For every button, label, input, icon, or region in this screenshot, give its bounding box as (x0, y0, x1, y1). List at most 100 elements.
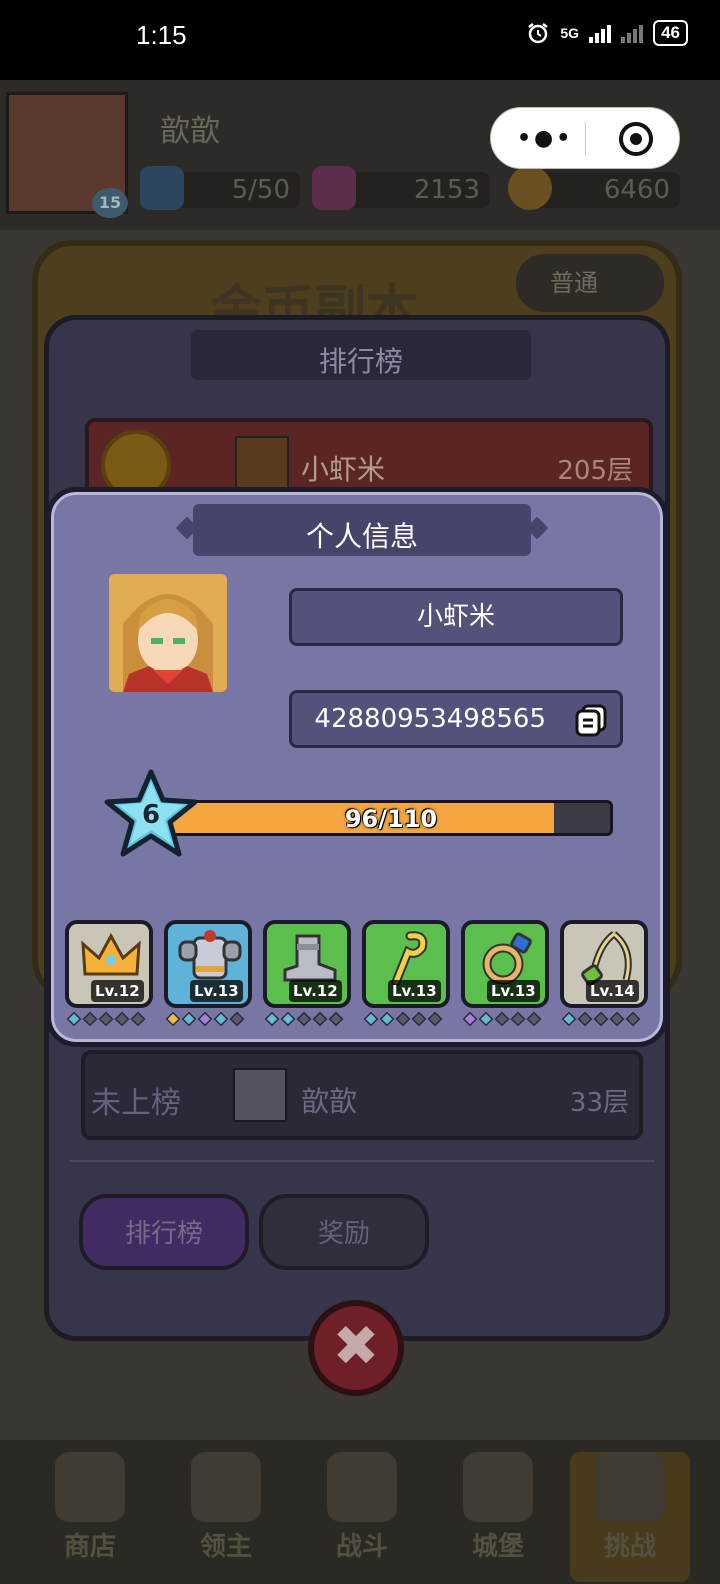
ranking-name: 小虾米 (301, 453, 386, 486)
equipment-level: Lv.12 (289, 980, 342, 1002)
player-portrait (109, 574, 227, 692)
capsule-divider (585, 122, 586, 156)
player-id: 42880953498565 (314, 704, 546, 734)
gem-socket-icon (494, 1011, 510, 1027)
nav-label: 战斗 (335, 1532, 388, 1562)
gem-socket-icon (181, 1011, 197, 1027)
gem-socket-icon (82, 1011, 98, 1027)
gem-socket-icon (130, 1011, 146, 1027)
demon-icon (595, 1452, 665, 1522)
more-icon[interactable]: •●• (517, 126, 573, 151)
gem-socket-icon (395, 1011, 411, 1027)
nav-shop[interactable]: 商店 (40, 1452, 140, 1582)
gem-socket-icon (577, 1011, 593, 1027)
equipment-slot[interactable]: Lv.14 (560, 920, 648, 1008)
xp-progress-bar: 96/110 (169, 800, 613, 836)
equipment-level: Lv.12 (91, 980, 144, 1002)
status-bar: 1:15 5G 46 (0, 0, 720, 80)
gem-socket-icon (165, 1011, 181, 1027)
signal-icon (589, 23, 612, 43)
personal-info-modal: 个人信息 小虾米 42880953498565 96/110 6 Lv.12 L… (46, 487, 668, 1047)
nav-label: 商店 (63, 1532, 116, 1562)
equipment-slot[interactable]: Lv.13 (164, 920, 252, 1008)
gem-socket-icon (593, 1011, 609, 1027)
nav-label: 领主 (199, 1532, 252, 1562)
nav-castle[interactable]: 城堡 (448, 1452, 548, 1582)
top-bar: 15 歆歆 5/50 2153 6460 •●• (0, 80, 720, 230)
gem-counter: 2153 (340, 172, 490, 208)
gem-socket-icon (328, 1011, 344, 1027)
equipment-level: Lv.14 (586, 980, 639, 1002)
gem-icon[interactable] (312, 166, 356, 210)
gem-socket-icon (98, 1011, 114, 1027)
difficulty-select[interactable]: 普通 (516, 254, 664, 312)
player-name: 歆歆 (160, 114, 220, 149)
close-miniprogram-icon[interactable] (619, 122, 653, 156)
gem-socket-icon (379, 1011, 395, 1027)
level-star-icon: 6 (103, 768, 199, 860)
gem-socket-icon (114, 1011, 130, 1027)
crown-icon (191, 1452, 261, 1522)
swords-icon (327, 1452, 397, 1522)
battery-icon: 46 (653, 20, 688, 46)
miniprogram-capsule: •●• (490, 107, 680, 169)
gem-socket-icon (625, 1011, 641, 1027)
gem-socket-icon (296, 1011, 312, 1027)
close-icon: ✖ (332, 1314, 380, 1379)
nav-lord[interactable]: 领主 (176, 1452, 276, 1582)
equipment-level: Lv.13 (190, 980, 243, 1002)
gem-socket-icon (363, 1011, 379, 1027)
nav-challenge[interactable]: 挑战 (570, 1452, 690, 1582)
xp-text: 96/110 (344, 805, 438, 833)
ranking-title: 排行榜 (318, 345, 403, 378)
nav-label: 挑战 (603, 1532, 656, 1562)
status-time: 1:15 (136, 20, 187, 50)
energy-counter: 5/50 (170, 172, 300, 208)
energy-icon[interactable] (140, 166, 184, 210)
bottom-nav: 商店 领主 战斗 城堡 挑战 (0, 1440, 720, 1584)
gem-sockets (165, 1011, 245, 1028)
ranking-row-mine: 未上榜 歆歆 33层 (81, 1050, 643, 1140)
my-score: 33层 (569, 1088, 629, 1118)
tab-reward[interactable]: 奖励 (259, 1194, 429, 1270)
gem-sockets (561, 1011, 641, 1028)
gem-sockets (264, 1011, 344, 1028)
ranking-avatar (235, 436, 289, 490)
signal-2-icon (621, 23, 644, 43)
divider (69, 1160, 655, 1162)
ranking-score: 205层 (557, 456, 633, 486)
gem-sockets (363, 1011, 443, 1028)
nav-label: 城堡 (471, 1532, 524, 1562)
gem-socket-icon (229, 1011, 245, 1027)
gem-socket-icon (264, 1011, 280, 1027)
gem-socket-icon (66, 1011, 82, 1027)
gem-socket-icon (526, 1011, 542, 1027)
my-name: 歆歆 (301, 1085, 358, 1118)
info-title: 个人信息 (305, 520, 418, 553)
nav-battle[interactable]: 战斗 (312, 1452, 412, 1582)
gem-sockets (66, 1011, 146, 1028)
alarm-icon (528, 23, 549, 44)
close-button[interactable]: ✖ (308, 1300, 404, 1396)
gem-socket-icon (197, 1011, 213, 1027)
gem-socket-icon (478, 1011, 494, 1027)
shop-icon (55, 1452, 125, 1522)
gold-icon[interactable] (508, 166, 552, 210)
gem-socket-icon (510, 1011, 526, 1027)
status-icons: 5G 46 (526, 20, 688, 46)
gem-socket-icon (411, 1011, 427, 1027)
rank-status: 未上榜 (91, 1086, 181, 1121)
equipment-slot[interactable]: Lv.12 (263, 920, 351, 1008)
equipment-slot[interactable]: Lv.13 (461, 920, 549, 1008)
equipment-level: Lv.13 (388, 980, 441, 1002)
equipment-slot[interactable]: Lv.13 (362, 920, 450, 1008)
info-title-bar: 个人信息 (193, 504, 531, 556)
player-name-field: 小虾米 (289, 588, 623, 646)
castle-icon (463, 1452, 533, 1522)
player-level: 6 (141, 800, 161, 830)
copy-icon[interactable] (574, 703, 608, 737)
tab-ranking[interactable]: 排行榜 (79, 1194, 249, 1270)
gem-socket-icon (280, 1011, 296, 1027)
equipment-slot[interactable]: Lv.12 (65, 920, 153, 1008)
gem-socket-icon (462, 1011, 478, 1027)
